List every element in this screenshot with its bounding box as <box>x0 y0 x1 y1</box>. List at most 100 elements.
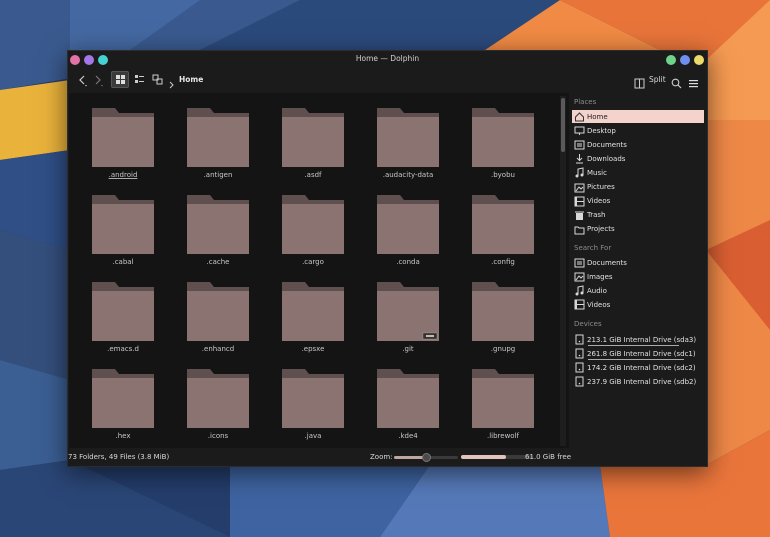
folder-item[interactable]: .asdf <box>281 105 345 179</box>
file-view-scrollbar[interactable] <box>560 96 566 446</box>
place-home[interactable]: Home <box>572 110 704 123</box>
zoom-slider[interactable] <box>394 453 458 462</box>
folder-item[interactable]: .conda <box>376 192 440 266</box>
scrollbar-thumb[interactable] <box>561 98 565 152</box>
folder-name: .cargo <box>302 258 324 266</box>
pictures-icon <box>574 183 584 192</box>
folder-icon <box>92 195 154 254</box>
folder-name: .conda <box>396 258 420 266</box>
folder-name: .config <box>491 258 515 266</box>
shade-button[interactable] <box>680 55 690 65</box>
folder-item[interactable]: .icons <box>186 366 250 440</box>
forward-button[interactable] <box>89 71 107 88</box>
icons-view-button[interactable] <box>111 71 129 88</box>
place-desktop[interactable]: Desktop <box>572 124 704 137</box>
folder-icon <box>187 282 249 341</box>
folder-item[interactable]: .enhancd <box>186 279 250 353</box>
place-videos[interactable]: Videos <box>572 195 704 208</box>
file-view[interactable]: .android .antigen .asdf .audacity-data .byob… <box>69 93 569 448</box>
place-trash[interactable]: Trash <box>572 209 704 222</box>
folder-name: .audacity-data <box>382 171 434 179</box>
search-videos[interactable]: Videos <box>572 298 704 311</box>
folder-item[interactable]: .config <box>471 192 535 266</box>
trash-icon-wrap <box>572 210 586 221</box>
split-icon <box>634 78 645 89</box>
place-pictures[interactable]: Pictures <box>572 181 704 194</box>
folder-item[interactable]: .emacs.d <box>91 279 155 353</box>
folder-name: .kde4 <box>398 432 418 440</box>
preview-icon <box>152 74 162 85</box>
home-icon <box>574 112 584 122</box>
folder-icon <box>282 195 344 254</box>
on-all-desktops-button[interactable] <box>694 55 704 65</box>
folder-icon <box>472 195 534 254</box>
folder-name: .antigen <box>203 171 233 179</box>
device-261-8-gib-internal-drive-sdc1[interactable]: 261.8 GiB Internal Drive (sdc1) <box>572 347 704 361</box>
titlebar[interactable]: Home — Dolphin <box>68 51 707 68</box>
folder-item[interactable]: .epsxe <box>281 279 345 353</box>
folder-name: .java <box>304 432 322 440</box>
folder-item[interactable]: .hex <box>91 366 155 440</box>
disk-capacity-fill <box>461 455 506 459</box>
preview-button[interactable] <box>148 71 166 88</box>
drive-icon-wrap <box>572 362 586 373</box>
folder-icon <box>282 369 344 428</box>
details-view-icon <box>134 75 144 83</box>
place-projects[interactable]: Projects <box>572 223 704 236</box>
folder-item[interactable]: .java <box>281 366 345 440</box>
folder-name: .git <box>402 345 414 353</box>
hamburger-menu-icon <box>689 80 698 88</box>
zoom-label: Zoom: <box>370 453 393 461</box>
menu-button[interactable] <box>688 74 699 93</box>
documents-icon <box>574 140 584 150</box>
panel-item-label: Downloads <box>587 154 626 163</box>
folder-item[interactable]: .cache <box>186 192 250 266</box>
downloads-icon <box>575 154 583 164</box>
folder-item[interactable]: .librewolf <box>471 366 535 440</box>
forward-icon <box>95 75 103 86</box>
split-button[interactable] <box>634 74 645 93</box>
device-213-1-gib-internal-drive-sda3[interactable]: 213.1 GiB Internal Drive (sda3) <box>572 333 704 346</box>
folder-item[interactable]: .cabal <box>91 192 155 266</box>
device-237-9-gib-internal-drive-sdb2[interactable]: 237.9 GiB Internal Drive (sdb2) <box>572 375 704 388</box>
folder-item[interactable]: .android <box>91 105 155 179</box>
search-icon <box>671 78 682 89</box>
breadcrumb-home[interactable]: Home <box>179 75 203 84</box>
folder-item[interactable]: .git <box>376 279 440 353</box>
split-label[interactable]: Split <box>649 75 666 84</box>
desktop-icon <box>574 126 584 136</box>
search-audio[interactable]: Audio <box>572 284 704 297</box>
videos-icon <box>574 299 584 310</box>
panel-item-label: Trash <box>587 211 606 220</box>
keep-above-button[interactable] <box>666 55 676 65</box>
disk-capacity-bar[interactable] <box>461 455 533 459</box>
icon-view-icon <box>115 75 125 84</box>
folder-item[interactable]: .antigen <box>186 105 250 179</box>
folder-icon <box>472 108 534 167</box>
panel-item-label: 213.1 GiB Internal Drive (sda3) <box>587 335 697 344</box>
details-view-button[interactable] <box>130 71 148 88</box>
folder-icon <box>377 282 439 341</box>
folder-item[interactable]: .audacity-data <box>376 105 440 179</box>
toolbar: Home Split <box>68 68 707 92</box>
folder-item[interactable]: .kde4 <box>376 366 440 440</box>
panel-item-label: Images <box>587 272 613 281</box>
search-images[interactable]: Images <box>572 270 704 283</box>
places-panel: Places Home Desktop Documents Downloads Music… <box>570 93 707 448</box>
search-button[interactable] <box>671 74 682 93</box>
folder-name: .byobu <box>491 171 515 179</box>
status-bar: 73 Folders, 49 Files (3.8 MiB) Zoom: 61.… <box>68 449 707 466</box>
folder-item[interactable]: .gnupg <box>471 279 535 353</box>
device-174-2-gib-internal-drive-sdc2[interactable]: 174.2 GiB Internal Drive (sdc2) <box>572 361 704 374</box>
place-music[interactable]: Music <box>572 166 704 179</box>
folder-item[interactable]: .byobu <box>471 105 535 179</box>
panel-item-label: Videos <box>587 300 611 309</box>
projects-icon <box>574 226 584 235</box>
zoom-slider-handle[interactable] <box>421 453 431 462</box>
place-downloads[interactable]: Downloads <box>572 152 704 165</box>
folder-item[interactable]: .cargo <box>281 192 345 266</box>
folder-name: .icons <box>207 432 229 440</box>
pictures-icon-wrap <box>572 182 586 193</box>
search-documents[interactable]: Documents <box>572 256 704 269</box>
place-documents[interactable]: Documents <box>572 138 704 151</box>
